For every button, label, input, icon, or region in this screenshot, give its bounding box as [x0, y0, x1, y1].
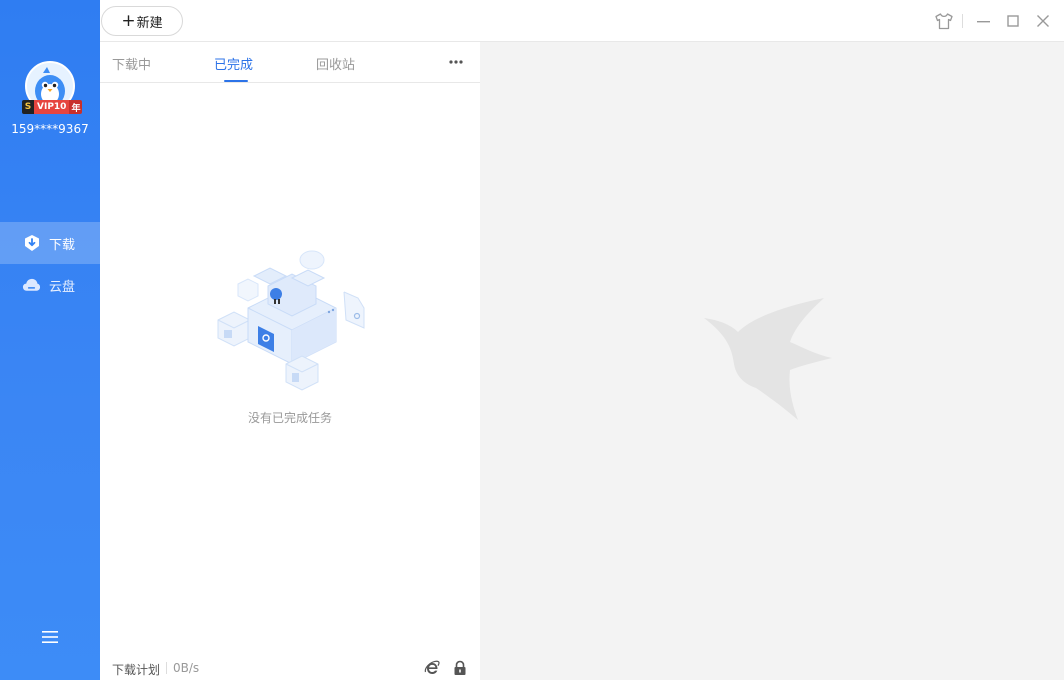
new-task-label: 新建	[136, 15, 163, 31]
sidebar-item-label: 下载	[49, 237, 76, 253]
sidebar-item-label: 云盘	[49, 279, 76, 295]
sidebar-item-cloud[interactable]: 云盘	[0, 264, 100, 306]
lock-icon[interactable]	[453, 660, 467, 676]
divider	[962, 14, 963, 28]
task-list-panel: 下载中 已完成 回收站 没有已完成任务 下载计划 0B/s	[100, 42, 480, 680]
tab-downloading[interactable]: 下载中	[112, 54, 151, 73]
vip-year: 年	[69, 100, 83, 114]
download-plan-button[interactable]: 下载计划	[112, 661, 160, 678]
empty-state-illustration	[217, 250, 365, 391]
hummingbird-logo-icon	[704, 298, 832, 420]
more-dots-icon[interactable]	[446, 53, 466, 71]
maximize-icon[interactable]	[1003, 11, 1023, 31]
sidebar-item-download[interactable]: 下载	[0, 222, 100, 264]
vip-s-mark: S	[22, 100, 34, 114]
title-bar: + 新建	[100, 0, 1064, 42]
tab-completed[interactable]: 已完成	[214, 54, 253, 73]
status-footer: 下载计划 0B/s	[100, 650, 480, 680]
minimize-icon[interactable]	[973, 11, 993, 31]
vip-badge[interactable]: S VIP10 年	[22, 100, 83, 114]
sidebar: S VIP10 年 159****9367 下载 云盘	[0, 0, 100, 680]
avatar-container[interactable]: S VIP10 年	[22, 61, 83, 114]
username: 159****9367	[11, 122, 89, 136]
plus-icon: +	[121, 10, 136, 31]
ie-browser-icon[interactable]	[424, 660, 440, 676]
cloud-icon	[22, 276, 41, 295]
skin-tshirt-icon[interactable]	[934, 11, 954, 31]
download-speed: 0B/s	[173, 661, 200, 675]
new-task-button[interactable]: + 新建	[101, 6, 183, 36]
hamburger-menu-icon[interactable]	[41, 629, 59, 645]
task-tabs: 下载中 已完成 回收站	[100, 42, 480, 83]
divider	[166, 662, 167, 674]
task-detail-panel	[480, 42, 1064, 680]
empty-message: 没有已完成任务	[247, 411, 332, 425]
download-shield-icon	[22, 234, 41, 253]
close-icon[interactable]	[1033, 11, 1053, 31]
tab-recycle-bin[interactable]: 回收站	[316, 54, 355, 73]
vip-level: VIP10	[34, 100, 70, 114]
active-tab-indicator	[224, 80, 248, 82]
